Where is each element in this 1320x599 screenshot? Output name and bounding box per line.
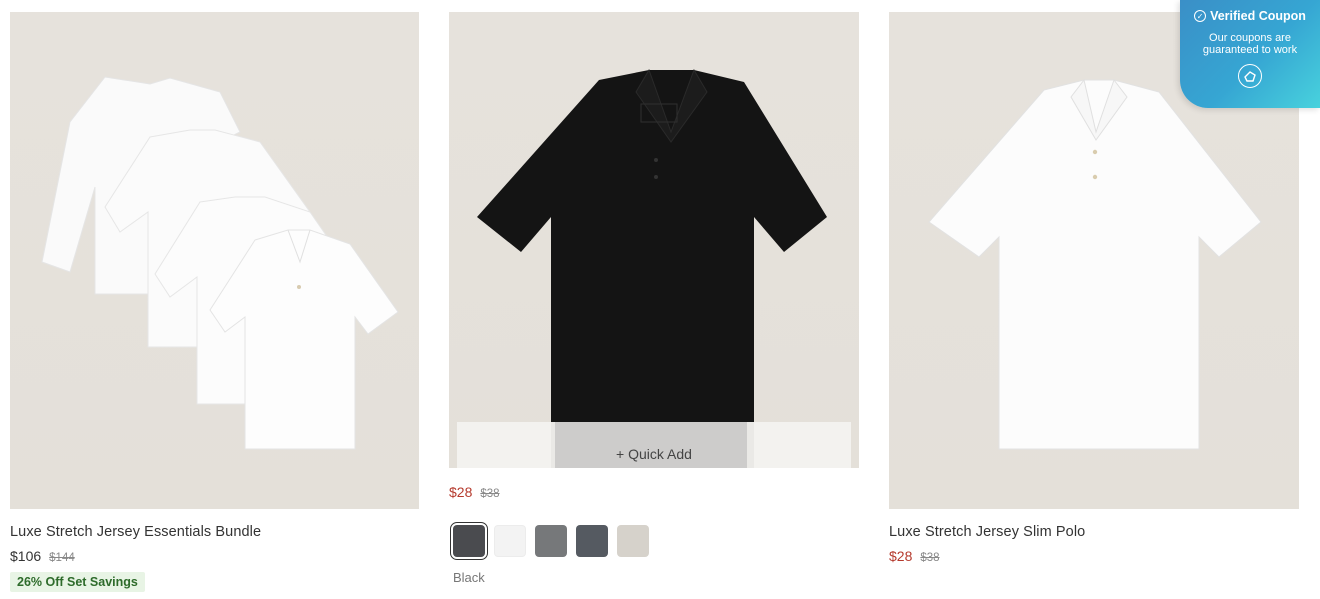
coupon-title: Verified Coupon xyxy=(1210,9,1306,23)
sale-price: $28 xyxy=(449,484,473,500)
price-row: $106 $144 xyxy=(10,548,419,564)
product-title[interactable]: Luxe Stretch Jersey Essentials Bundle xyxy=(10,524,419,540)
color-swatch-stone[interactable] xyxy=(617,525,649,557)
color-swatch-slate[interactable] xyxy=(576,525,608,557)
coupon-logo-icon xyxy=(1238,64,1262,88)
sale-price: $28 xyxy=(889,548,913,564)
black-polo-illustration xyxy=(477,68,827,468)
savings-badge: 26% Off Set Savings xyxy=(10,572,145,592)
color-swatch-white[interactable] xyxy=(494,525,526,557)
product-image[interactable] xyxy=(10,12,419,509)
check-circle-icon: ✓ xyxy=(1194,10,1207,22)
white-shirts-bundle-illustration xyxy=(41,76,399,450)
product-card-black-polo[interactable]: + Quick Add $28 $38 Black xyxy=(449,12,859,585)
coupon-message: Our coupons are guaranteed to work xyxy=(1202,32,1298,56)
quick-add-button[interactable]: + Quick Add xyxy=(457,422,851,468)
quick-add-label: + Quick Add xyxy=(616,446,692,462)
selected-color-name: Black xyxy=(453,570,485,585)
product-image[interactable]: + Quick Add xyxy=(449,12,859,468)
price: $106 xyxy=(10,548,42,564)
color-swatches xyxy=(449,522,859,560)
product-title[interactable]: Luxe Stretch Jersey Slim Polo xyxy=(889,524,1299,540)
original-price: $38 xyxy=(480,488,500,500)
coupon-header: ✓ Verified Coupon xyxy=(1180,9,1320,23)
color-swatch-black[interactable] xyxy=(450,522,488,560)
original-price: $144 xyxy=(49,552,75,564)
price-row: $28 $38 xyxy=(449,484,859,500)
original-price: $38 xyxy=(920,552,940,564)
price-row: $28 $38 xyxy=(889,548,1299,564)
product-card-essentials-bundle[interactable]: Luxe Stretch Jersey Essentials Bundle $1… xyxy=(10,12,419,592)
color-swatch-grey[interactable] xyxy=(535,525,567,557)
verified-coupon-widget[interactable]: ✓ Verified Coupon Our coupons are guaran… xyxy=(1180,0,1320,108)
